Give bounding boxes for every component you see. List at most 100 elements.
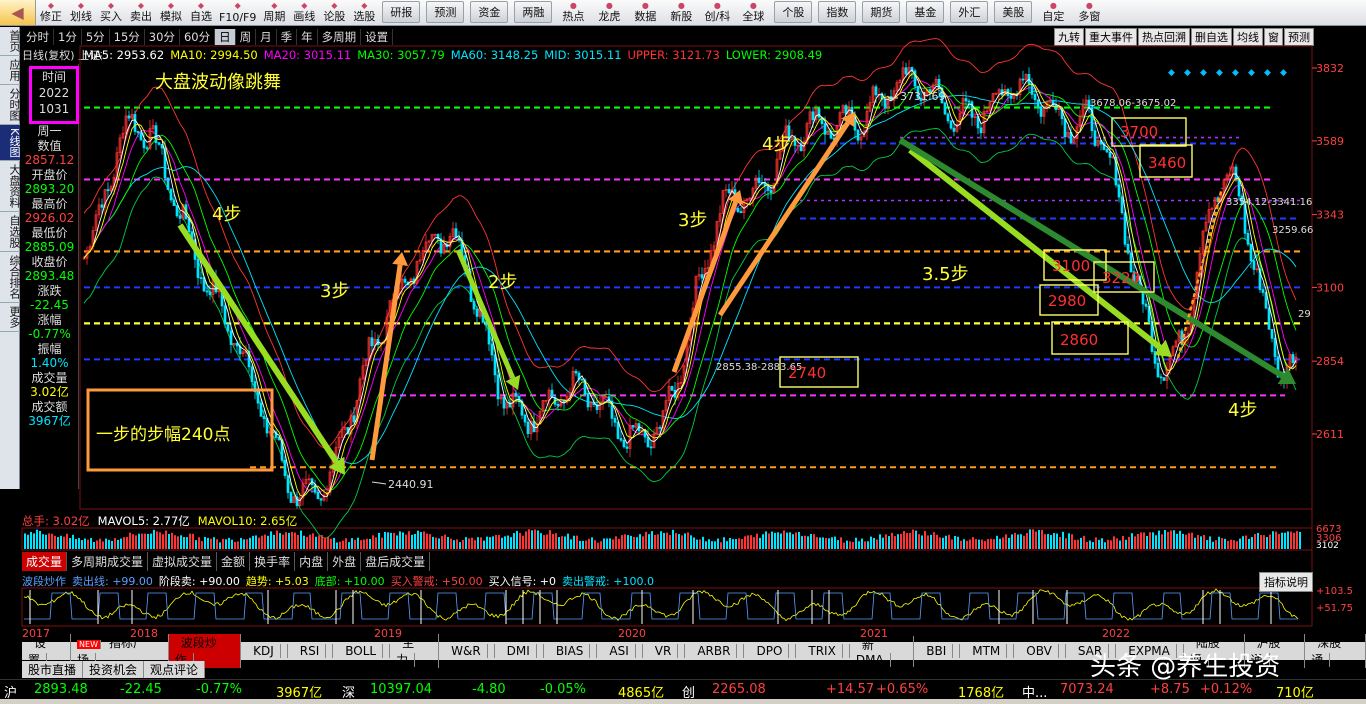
indicator-tab-18[interactable]: OBV xyxy=(1014,644,1066,658)
sidebar-item-6[interactable]: 综合排名 xyxy=(0,252,21,304)
sidebar-item-0[interactable]: 首页 xyxy=(0,27,21,56)
period-12[interactable]: 设置 xyxy=(361,28,394,45)
toolbar-pill-11[interactable]: 指数 xyxy=(815,0,859,26)
volume-bar xyxy=(423,531,425,549)
toolbar-pill-15[interactable]: 美股 xyxy=(991,0,1035,26)
candle-body xyxy=(283,459,287,477)
volume-tab-3[interactable]: 金额 xyxy=(217,552,251,571)
toolbar-button-10[interactable]: ◆ 选股 xyxy=(349,0,379,26)
indicator-tab-9[interactable]: BIAS xyxy=(544,644,598,658)
period-11[interactable]: 多周期 xyxy=(318,28,362,45)
indicator-tab-15[interactable]: 新DMA xyxy=(850,635,915,667)
toolbar-pill-9[interactable]: ● 全球 xyxy=(735,0,771,26)
volume-bar xyxy=(738,538,740,549)
indicator-tab-13[interactable]: DPO xyxy=(744,644,797,658)
sidebar-item-2[interactable]: 分时图 xyxy=(0,85,21,125)
toolbar-button-7[interactable]: ◆ 周期 xyxy=(259,0,289,26)
toolbar-button-2[interactable]: ◆ 买入 xyxy=(96,0,126,26)
period-7[interactable]: 周 xyxy=(236,28,257,45)
right-tool-5[interactable]: 窗 xyxy=(1264,27,1283,46)
period-1[interactable]: 1分 xyxy=(54,28,82,45)
news-tab-0[interactable]: 股市直播 xyxy=(22,661,84,678)
toolbar-pill-7[interactable]: ● 新股 xyxy=(663,0,699,26)
toolbar-pill-5[interactable]: ● 龙虎 xyxy=(591,0,627,26)
indicator-tab-6[interactable]: 主力 xyxy=(390,634,440,668)
indicator-help-button[interactable]: 指标说明 xyxy=(1259,572,1313,592)
toolbar-button-9[interactable]: ◆ 论股 xyxy=(319,0,349,26)
toolbar-pill-2[interactable]: 资金 xyxy=(467,0,511,26)
indicator-tab-16[interactable]: BBI xyxy=(914,644,961,658)
sidebar-item-1[interactable]: 应用 xyxy=(0,56,21,85)
status-strip xyxy=(0,699,1366,704)
volume-tab-0[interactable]: 成交量 xyxy=(22,552,68,571)
back-arrow-icon[interactable]: ◀ xyxy=(0,0,36,25)
right-tool-1[interactable]: 重大事件 xyxy=(1085,27,1137,46)
toolbar-pill-4[interactable]: ● 热点 xyxy=(555,0,591,26)
volume-tab-1[interactable]: 多周期成交量 xyxy=(67,552,149,571)
news-tab-1[interactable]: 投资机会 xyxy=(83,661,145,678)
volume-bar xyxy=(309,534,311,549)
volume-tab-5[interactable]: 内盘 xyxy=(295,552,329,571)
toolbar-pill-10[interactable]: 个股 xyxy=(771,0,815,26)
indicator-tab-8[interactable]: DMI xyxy=(495,644,544,658)
volume-tab-6[interactable]: 外盘 xyxy=(328,552,362,571)
right-tool-0[interactable]: 九转 xyxy=(1054,27,1084,46)
period-8[interactable]: 月 xyxy=(256,28,277,45)
toolbar-button-1[interactable]: ◆ 划线 xyxy=(66,0,96,26)
indicator-tab-12[interactable]: ARBR xyxy=(685,644,745,658)
right-tool-2[interactable]: 热点回溯 xyxy=(1138,27,1190,46)
volume-tab-2[interactable]: 虚拟成交量 xyxy=(148,552,218,571)
right-tool-6[interactable]: 预测 xyxy=(1284,27,1314,46)
toolbar-pill-14[interactable]: 外汇 xyxy=(947,0,991,26)
candle-body xyxy=(727,189,731,194)
indicator-tab-5[interactable]: BOLL xyxy=(333,644,391,658)
toolbar-button-6[interactable]: ◆ F10/F9 xyxy=(216,0,259,26)
period-10[interactable]: 年 xyxy=(297,28,318,45)
news-tab-2[interactable]: 观点评论 xyxy=(144,661,206,678)
toolbar-pill-17[interactable]: ● 多窗 xyxy=(1071,0,1107,26)
right-tool-3[interactable]: 删自选 xyxy=(1191,27,1232,46)
kline-chart: 3832 3589 3343 3100 2854 2611 667333063102 +103… xyxy=(21,38,1353,627)
indicator-tab-11[interactable]: VR xyxy=(643,644,686,658)
toolbar-button-8[interactable]: ◆ 画线 xyxy=(289,0,319,26)
volume-bar xyxy=(609,538,611,549)
toolbar-pill-13[interactable]: 基金 xyxy=(903,0,947,26)
toolbar-button-0[interactable]: ◆ 修正 xyxy=(36,0,66,26)
toolbar-button-4[interactable]: ◆ 模拟 xyxy=(156,0,186,26)
indicator-tab-7[interactable]: W&R xyxy=(439,644,495,658)
period-9[interactable]: 季 xyxy=(277,28,298,45)
candle-body xyxy=(124,115,128,134)
period-4[interactable]: 30分 xyxy=(145,28,180,45)
period-5[interactable]: 60分 xyxy=(180,28,216,45)
toolbar-button-3[interactable]: ◆ 卖出 xyxy=(126,0,156,26)
volume-bar xyxy=(885,534,887,549)
sidebar-item-4[interactable]: 大盘资料 xyxy=(0,161,21,213)
period-0[interactable]: 分时 xyxy=(22,28,54,45)
candle-body xyxy=(586,393,590,408)
volume-bar xyxy=(936,534,938,549)
period-3[interactable]: 15分 xyxy=(110,28,145,45)
toolbar-pill-3[interactable]: 两融 xyxy=(511,0,555,26)
indicator-tab-10[interactable]: ASI xyxy=(597,644,643,658)
toolbar-pill-1[interactable]: 预测 xyxy=(423,0,467,26)
sidebar-item-7[interactable]: 更多 xyxy=(0,303,21,333)
right-tool-4[interactable]: 均线 xyxy=(1233,27,1263,46)
volume-tab-7[interactable]: 盘后成交量 xyxy=(361,552,431,571)
volume-bar xyxy=(36,529,38,549)
period-2[interactable]: 5分 xyxy=(82,28,110,45)
indicator-tab-3[interactable]: KDJ xyxy=(241,644,288,658)
indicator-tab-14[interactable]: TRIX xyxy=(796,644,850,658)
sidebar-item-3[interactable]: K线图 xyxy=(0,125,21,162)
period-6[interactable]: 日 xyxy=(215,28,236,45)
toolbar-pill-0[interactable]: 研报 xyxy=(379,0,423,26)
toolbar-pill-16[interactable]: ● 自定 xyxy=(1035,0,1071,26)
indicator-tab-4[interactable]: RSI xyxy=(288,644,334,658)
volume-tab-4[interactable]: 换手率 xyxy=(250,552,296,571)
toolbar-pill-12[interactable]: 期货 xyxy=(859,0,903,26)
indicator-tab-23[interactable]: 深股通 xyxy=(1305,634,1366,668)
toolbar-pill-8[interactable]: ● 创/科 xyxy=(699,0,735,26)
sidebar-item-5[interactable]: 自选股 xyxy=(0,212,21,253)
toolbar-button-5[interactable]: ◆ 自选 xyxy=(186,0,216,26)
toolbar-pill-6[interactable]: ● 数据 xyxy=(627,0,663,26)
indicator-tab-17[interactable]: MTM xyxy=(960,644,1015,658)
